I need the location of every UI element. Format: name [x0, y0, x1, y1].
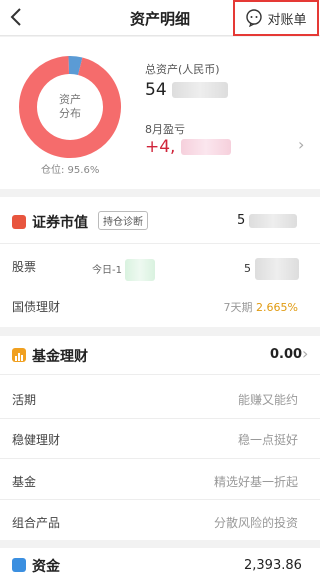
fund-item-stable[interactable]: 稳健理财 [12, 431, 60, 448]
fund-item-current-desc: 能赚又能约 [237, 393, 298, 407]
bond-info: 7天期 2.665% [224, 299, 298, 315]
divider [0, 243, 320, 244]
donut-label-line2: 分布 [59, 107, 81, 120]
securities-card: 证券市值 持仓诊断 5 股票 今日-1 5 国债理财 7天期 2.665% [0, 197, 320, 327]
funds-value[interactable]: 0.00 [270, 347, 302, 362]
divider [0, 418, 320, 419]
cash-card[interactable]: 资金 2,393.86 [0, 548, 320, 580]
statement-button[interactable]: 对账单 [233, 0, 319, 36]
funds-bar-chart-icon [12, 348, 26, 362]
chevron-right-icon: › [298, 135, 305, 154]
monthly-pl-label: 8月盈亏 [145, 123, 185, 136]
cash-value: 2,393.86 [244, 558, 302, 573]
securities-value: 5 [237, 213, 298, 228]
stocks-today: 今日-1 [92, 259, 156, 281]
fund-item-fund[interactable]: 基金 [12, 473, 36, 490]
stocks-row[interactable]: 股票 [12, 258, 36, 275]
stocks-value-prefix: 5 [244, 262, 251, 275]
funds-card: 基金理财 0.00 › 活期 能赚又能约 稳健理财 稳一点挺好 基金 精选好基一… [0, 336, 320, 540]
masked-value [172, 82, 229, 98]
divider [0, 458, 320, 459]
funds-title: 基金理财 [32, 349, 88, 365]
bond-rate: 2.665% [256, 301, 298, 314]
donut-label-line1: 资产 [59, 93, 81, 106]
nav-bar: 资产明细 对账单 [0, 0, 320, 36]
monthly-pl-prefix: +4, [145, 137, 176, 157]
asset-overview-card[interactable]: 资产 分布 仓位: 95.6% 总资产(人民币) 54 8月盈亏 +4, › [0, 37, 320, 189]
masked-value [125, 259, 156, 281]
fund-item-portfolio[interactable]: 组合产品 [12, 514, 60, 531]
donut-center-label: 资产 分布 [18, 93, 122, 121]
divider [0, 499, 320, 500]
masked-value [249, 213, 298, 228]
total-assets-label: 总资产(人民币) [145, 63, 220, 76]
position-ratio: 仓位: 95.6% [41, 165, 100, 176]
divider [0, 374, 320, 375]
chat-service-icon [246, 9, 263, 27]
diagnose-button[interactable]: 持仓诊断 [98, 211, 148, 230]
donut-segment [68, 56, 83, 76]
securities-value-prefix: 5 [237, 213, 246, 228]
masked-value [180, 139, 231, 155]
fund-item-portfolio-desc: 分散风险的投资 [213, 516, 298, 530]
chevron-right-icon: › [302, 344, 309, 363]
securities-title: 证券市值 [32, 215, 88, 231]
total-assets-value: 54 [145, 80, 229, 100]
fund-item-fund-desc: 精选好基一折起 [213, 475, 298, 489]
masked-value [254, 258, 299, 280]
monthly-pl-value: +4, [145, 137, 231, 157]
total-assets-prefix: 54 [145, 80, 167, 100]
cash-icon [12, 558, 26, 572]
statement-label: 对账单 [267, 12, 307, 28]
securities-icon [12, 215, 26, 229]
fund-item-stable-desc: 稳一点挺好 [237, 433, 298, 447]
bond-term: 7天期 [223, 301, 253, 314]
bond-row[interactable]: 国债理财 [12, 298, 60, 315]
stocks-value: 5 [244, 258, 299, 280]
asset-distribution-donut: 资产 分布 [18, 55, 122, 159]
cash-title: 资金 [32, 559, 60, 575]
fund-item-current[interactable]: 活期 [12, 391, 36, 408]
today-label: 今日-1 [92, 265, 122, 276]
